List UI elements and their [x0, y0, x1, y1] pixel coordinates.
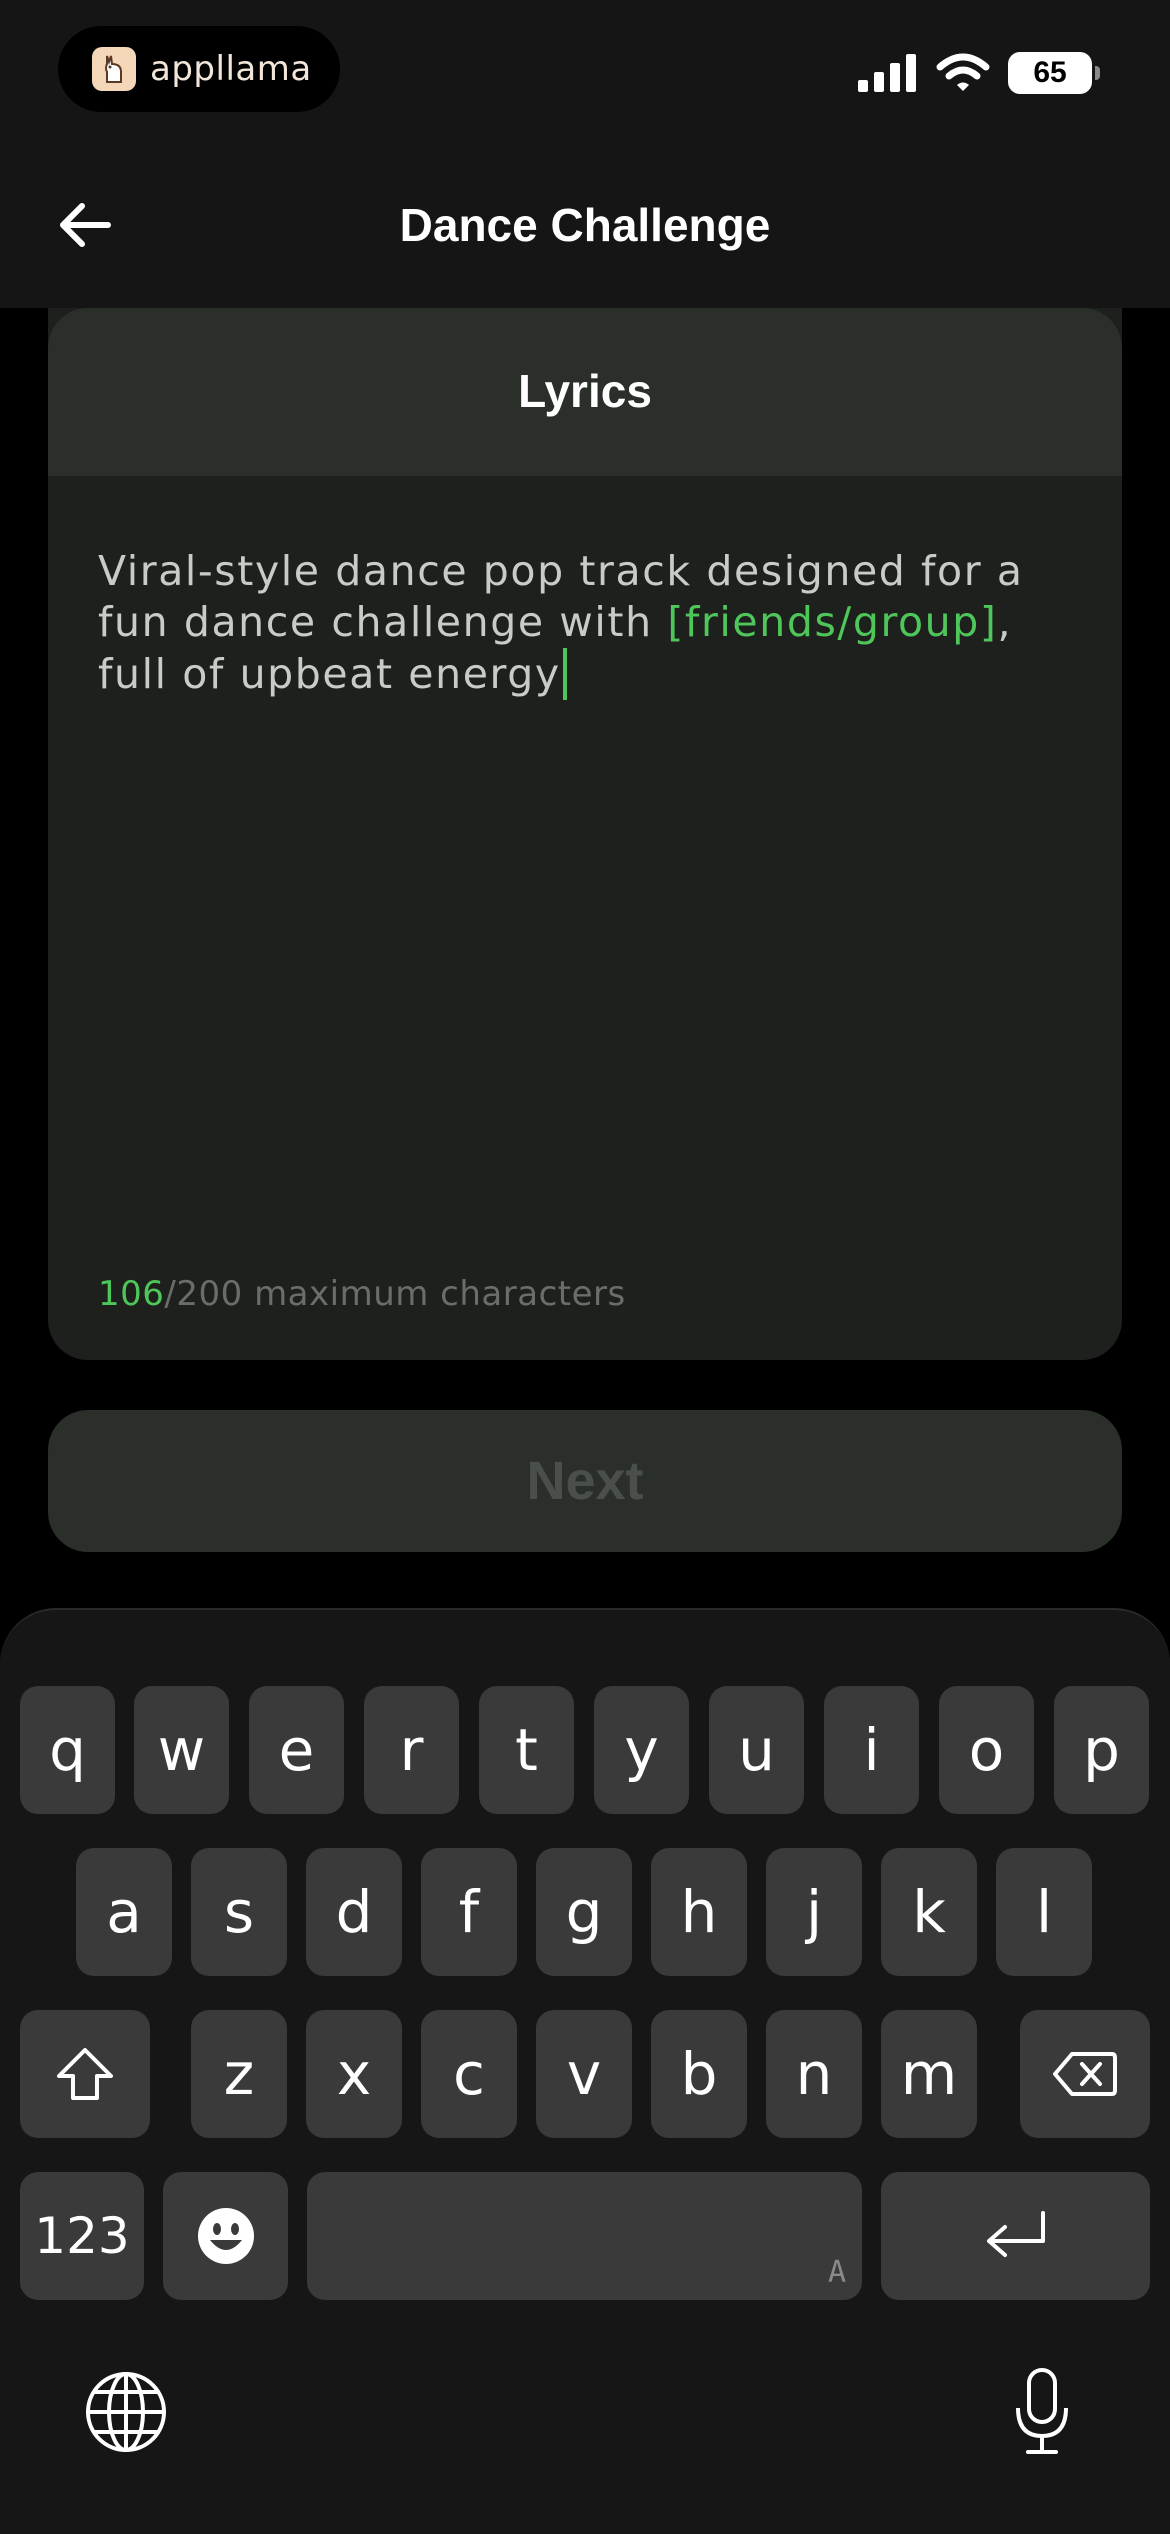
next-button[interactable]: Next — [48, 1410, 1122, 1552]
cellular-signal-icon — [858, 54, 916, 92]
placeholder-token[interactable]: [friends/group] — [667, 598, 997, 646]
key-i[interactable]: i — [824, 1686, 919, 1814]
key-u[interactable]: u — [709, 1686, 804, 1814]
shift-key[interactable] — [20, 2010, 150, 2138]
battery-icon: 65 — [1008, 52, 1100, 94]
key-d[interactable]: d — [306, 1848, 402, 1976]
key-z[interactable]: z — [191, 2010, 287, 2138]
llama-logo-icon — [92, 47, 136, 91]
return-key[interactable] — [881, 2172, 1150, 2300]
wifi-icon — [936, 53, 990, 91]
page-title: Dance Challenge — [399, 199, 771, 251]
key-v[interactable]: v — [536, 2010, 632, 2138]
key-m[interactable]: m — [881, 2010, 977, 2138]
key-y[interactable]: y — [594, 1686, 689, 1814]
globe-icon — [86, 2372, 166, 2452]
return-arrow-icon — [986, 2211, 1045, 2257]
key-g[interactable]: g — [536, 1848, 632, 1976]
key-e[interactable]: e — [249, 1686, 344, 1814]
key-c[interactable]: c — [421, 2010, 517, 2138]
navigation-header: Dance Challenge — [0, 150, 1170, 308]
status-icons: 65 — [858, 52, 1100, 94]
microphone-icon — [1016, 2368, 1068, 2454]
battery-level: 65 — [1033, 56, 1067, 89]
lyrics-card-header: Lyrics — [48, 308, 1122, 476]
character-count: 106 — [98, 1274, 165, 1314]
key-w[interactable]: w — [134, 1686, 229, 1814]
text-cursor — [562, 648, 567, 700]
emoji-face-icon — [197, 2208, 254, 2264]
key-k[interactable]: k — [881, 1848, 977, 1976]
next-button-label: Next — [526, 1451, 644, 1511]
delete-key[interactable] — [1020, 2010, 1150, 2138]
key-x[interactable]: x — [306, 2010, 402, 2138]
key-s[interactable]: s — [191, 1848, 287, 1976]
key-a[interactable]: a — [76, 1848, 172, 1976]
lyrics-card-title: Lyrics — [518, 365, 652, 417]
dictation-key[interactable] — [1010, 2366, 1074, 2458]
character-counter: 106/200 maximum characters — [98, 1274, 626, 1314]
key-o[interactable]: o — [939, 1686, 1034, 1814]
key-h[interactable]: h — [651, 1848, 747, 1976]
emoji-key[interactable] — [163, 2172, 288, 2300]
key-l[interactable]: l — [996, 1848, 1092, 1976]
lyrics-text-area[interactable]: Viral-style dance pop track designed for… — [98, 546, 1078, 700]
backspace-icon — [1053, 2052, 1117, 2096]
numbers-key[interactable]: 123 — [20, 2172, 144, 2300]
key-t[interactable]: t — [479, 1686, 574, 1814]
key-j[interactable]: j — [766, 1848, 862, 1976]
brand-badge: appllama — [58, 26, 340, 112]
globe-key[interactable] — [84, 2370, 168, 2454]
key-r[interactable]: r — [364, 1686, 459, 1814]
key-b[interactable]: b — [651, 2010, 747, 2138]
character-limit-text: /200 maximum characters — [164, 1274, 626, 1314]
space-key-hint: A — [827, 2255, 846, 2290]
status-bar: appllama 65 — [0, 0, 1170, 150]
shift-arrow-icon — [57, 2048, 113, 2100]
key-p[interactable]: p — [1054, 1686, 1149, 1814]
keyboard: q w e r t y u i o p a s d f g h j k l z … — [0, 1608, 1170, 2534]
brand-name: appllama — [150, 49, 312, 89]
space-key[interactable]: A — [307, 2172, 862, 2300]
key-f[interactable]: f — [421, 1848, 517, 1976]
key-n[interactable]: n — [766, 2010, 862, 2138]
key-q[interactable]: q — [20, 1686, 115, 1814]
